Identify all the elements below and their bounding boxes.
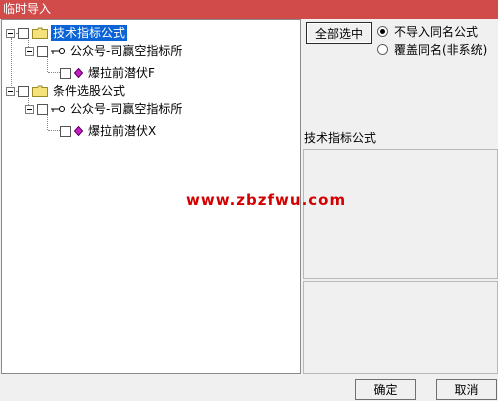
- folder-icon: [32, 85, 48, 97]
- select-all-button[interactable]: 全部选中: [306, 22, 372, 44]
- cancel-button[interactable]: 取消: [436, 379, 497, 400]
- node-checkbox[interactable]: [60, 125, 71, 137]
- radio-button[interactable]: [377, 43, 388, 55]
- ok-button[interactable]: 确定: [355, 379, 416, 400]
- radio-label: 覆盖同名(非系统): [394, 42, 488, 57]
- folder-icon: [32, 27, 48, 39]
- key-icon: [51, 105, 65, 113]
- window-title: 临时导入: [3, 2, 52, 16]
- key-icon: [51, 47, 65, 55]
- tree-node-group[interactable]: 技术指标公式: [6, 24, 128, 42]
- tree-node-label[interactable]: 爆拉前潜伏F: [86, 65, 157, 81]
- collapse-toggle[interactable]: [25, 104, 34, 114]
- tree-node-label[interactable]: 公众号-司赢空指标所: [68, 101, 184, 117]
- collapse-toggle[interactable]: [25, 46, 34, 56]
- formula-icon: [74, 126, 83, 136]
- node-checkbox[interactable]: [37, 103, 48, 115]
- radio-overwrite-duplicates[interactable]: 覆盖同名(非系统): [377, 41, 487, 57]
- tree-node-label[interactable]: 条件选股公式: [51, 83, 127, 99]
- watermark-text: www.zbzfwu.com: [186, 191, 347, 209]
- radio-button[interactable]: [377, 25, 388, 37]
- tree-node-author[interactable]: 公众号-司赢空指标所: [25, 42, 184, 60]
- tree-node-group[interactable]: 条件选股公式: [6, 82, 127, 100]
- collapse-toggle[interactable]: [6, 86, 15, 96]
- tree-node-label[interactable]: 爆拉前潜伏X: [86, 123, 158, 139]
- tree-node-formula[interactable]: 爆拉前潜伏X: [60, 122, 158, 140]
- tree-node-author[interactable]: 公众号-司赢空指标所: [25, 100, 184, 118]
- radio-skip-duplicates[interactable]: 不导入同名公式: [377, 23, 478, 39]
- tree-node-label[interactable]: 技术指标公式: [51, 25, 128, 41]
- tree-connector: [48, 130, 60, 131]
- tree-node-formula[interactable]: 爆拉前潜伏F: [60, 64, 157, 82]
- tree-connector: [48, 72, 60, 73]
- window-titlebar: 临时导入: [0, 0, 498, 19]
- node-checkbox[interactable]: [18, 85, 29, 97]
- tree-node-label[interactable]: 公众号-司赢空指标所: [68, 43, 184, 59]
- formula-info-pane: [303, 149, 498, 279]
- formula-description-pane: [303, 281, 498, 374]
- collapse-toggle[interactable]: [6, 28, 15, 38]
- node-checkbox[interactable]: [60, 67, 71, 79]
- formula-icon: [74, 68, 83, 78]
- radio-label: 不导入同名公式: [394, 24, 479, 39]
- node-checkbox[interactable]: [37, 45, 48, 57]
- node-checkbox[interactable]: [18, 27, 29, 39]
- detail-section-title: 技术指标公式: [304, 131, 377, 145]
